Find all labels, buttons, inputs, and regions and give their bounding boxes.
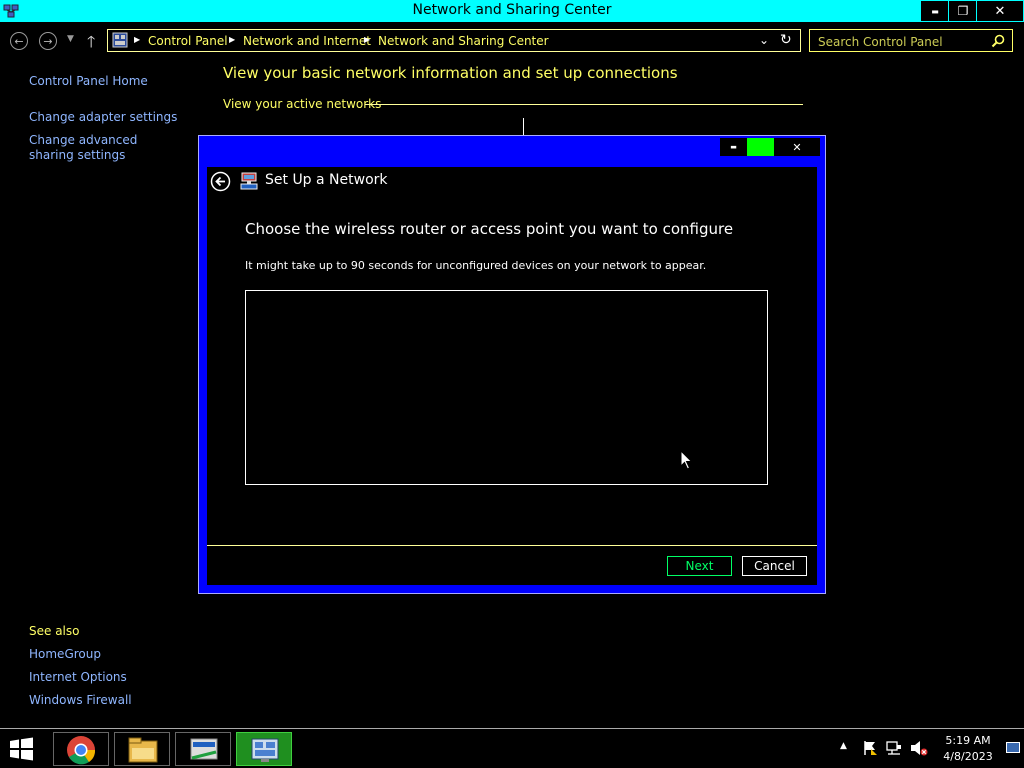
breadcrumb-separator-icon: ▶ — [229, 35, 236, 44]
refresh-button[interactable]: ↻ — [780, 32, 792, 48]
taskbar-network-settings[interactable] — [175, 732, 231, 766]
breadcrumb-separator-icon: ▶ — [364, 35, 371, 44]
breadcrumb-network-and-internet[interactable]: Network and Internet — [243, 34, 371, 48]
address-bar[interactable]: ▶ Control Panel ▶ Network and Internet ▶… — [107, 29, 801, 52]
control-panel-icon — [251, 738, 279, 762]
section-divider — [365, 104, 803, 105]
show-desktop-button[interactable] — [1006, 742, 1020, 753]
search-box[interactable] — [809, 29, 1013, 53]
breadcrumb-network-sharing-center[interactable]: Network and Sharing Center — [378, 34, 549, 48]
restore-button[interactable]: ❐ — [948, 0, 978, 22]
address-history-dropdown[interactable]: ⌄ — [759, 33, 769, 47]
dialog-close-button[interactable]: ✕ — [774, 138, 820, 156]
dialog-maximize-button[interactable] — [747, 138, 774, 156]
up-button[interactable]: 🡑 — [87, 31, 95, 58]
dialog-title: Set Up a Network — [265, 172, 388, 188]
next-button[interactable]: Next — [667, 556, 732, 576]
see-also-heading: See also — [29, 624, 80, 638]
windows-firewall-link[interactable]: Windows Firewall — [29, 693, 132, 707]
search-input[interactable] — [810, 30, 990, 53]
dialog-footer-divider — [207, 545, 817, 546]
clock[interactable]: 5:19 AM 4/8/2023 — [938, 733, 998, 765]
chevron-up-icon: ▲ — [840, 741, 847, 751]
close-button[interactable]: ✕ — [976, 0, 1024, 22]
cancel-button[interactable]: Cancel — [742, 556, 807, 576]
window-title-bar[interactable]: Network and Sharing Center ▬ ❐ ✕ — [0, 0, 1024, 22]
restore-icon: ❐ — [957, 4, 969, 18]
back-arrow-icon: ← — [14, 34, 24, 48]
show-hidden-icons-button[interactable]: ▲ — [840, 741, 847, 751]
close-icon: ✕ — [994, 3, 1006, 19]
clock-time: 5:19 AM — [945, 734, 991, 747]
network-tray-icon[interactable] — [886, 740, 902, 756]
taskbar-file-explorer[interactable] — [114, 732, 170, 766]
network-connector-line — [523, 118, 524, 135]
forward-arrow-icon: → — [43, 34, 53, 48]
control-panel-home-link[interactable]: Control Panel Home — [29, 74, 148, 88]
network-setup-icon — [240, 172, 258, 190]
clock-date: 4/8/2023 — [943, 750, 993, 763]
action-center-flag-icon[interactable] — [862, 740, 878, 756]
dialog-content: Set Up a Network Choose the wireless rou… — [207, 167, 817, 585]
search-icon[interactable] — [991, 34, 1005, 48]
minimize-icon: ▬ — [931, 6, 939, 16]
file-explorer-icon — [128, 737, 158, 763]
setup-network-dialog[interactable]: ▬ ✕ Set Up a Network Choose the wireless… — [198, 135, 826, 594]
chevron-down-icon: ⌄ — [759, 33, 770, 47]
change-adapter-settings-link[interactable]: Change adapter settings — [29, 110, 177, 124]
dialog-subtext: It might take up to 90 seconds for uncon… — [245, 259, 707, 272]
back-button[interactable]: ← — [10, 32, 28, 50]
forward-button[interactable]: → — [39, 32, 57, 50]
up-arrow-icon: 🡑 — [87, 32, 96, 51]
chrome-icon — [67, 736, 96, 765]
dialog-back-button[interactable] — [210, 171, 231, 192]
start-button[interactable] — [6, 735, 40, 763]
recent-locations-dropdown[interactable]: ▼ — [67, 34, 74, 44]
minimize-icon: ▬ — [730, 143, 737, 151]
taskbar-chrome[interactable] — [53, 732, 109, 766]
change-advanced-sharing-settings-link[interactable]: Change advanced sharing settings — [29, 133, 179, 163]
windows-start-icon — [10, 737, 33, 761]
network-settings-icon — [190, 738, 218, 760]
dialog-minimize-button[interactable]: ▬ — [720, 138, 747, 156]
taskbar: ▲ 5:19 AM 4/8/2023 — [0, 728, 1024, 768]
close-icon: ✕ — [792, 140, 802, 154]
dialog-heading: Choose the wireless router or access poi… — [245, 220, 734, 238]
volume-muted-icon[interactable] — [910, 740, 928, 756]
internet-options-link[interactable]: Internet Options — [29, 670, 127, 684]
control-panel-location-icon — [112, 32, 128, 48]
minimize-button[interactable]: ▬ — [920, 0, 950, 22]
chevron-down-icon: ▼ — [67, 34, 74, 44]
breadcrumb-separator-icon: ▶ — [134, 35, 141, 44]
mouse-cursor-icon — [680, 450, 693, 470]
active-networks-heading: View your active networks — [223, 97, 382, 111]
page-title: View your basic network information and … — [223, 64, 678, 82]
taskbar-control-panel-active[interactable] — [236, 732, 292, 766]
refresh-icon: ↻ — [780, 32, 792, 48]
breadcrumb-control-panel[interactable]: Control Panel — [148, 34, 228, 48]
window-title: Network and Sharing Center — [412, 2, 612, 18]
homegroup-link[interactable]: HomeGroup — [29, 647, 101, 661]
